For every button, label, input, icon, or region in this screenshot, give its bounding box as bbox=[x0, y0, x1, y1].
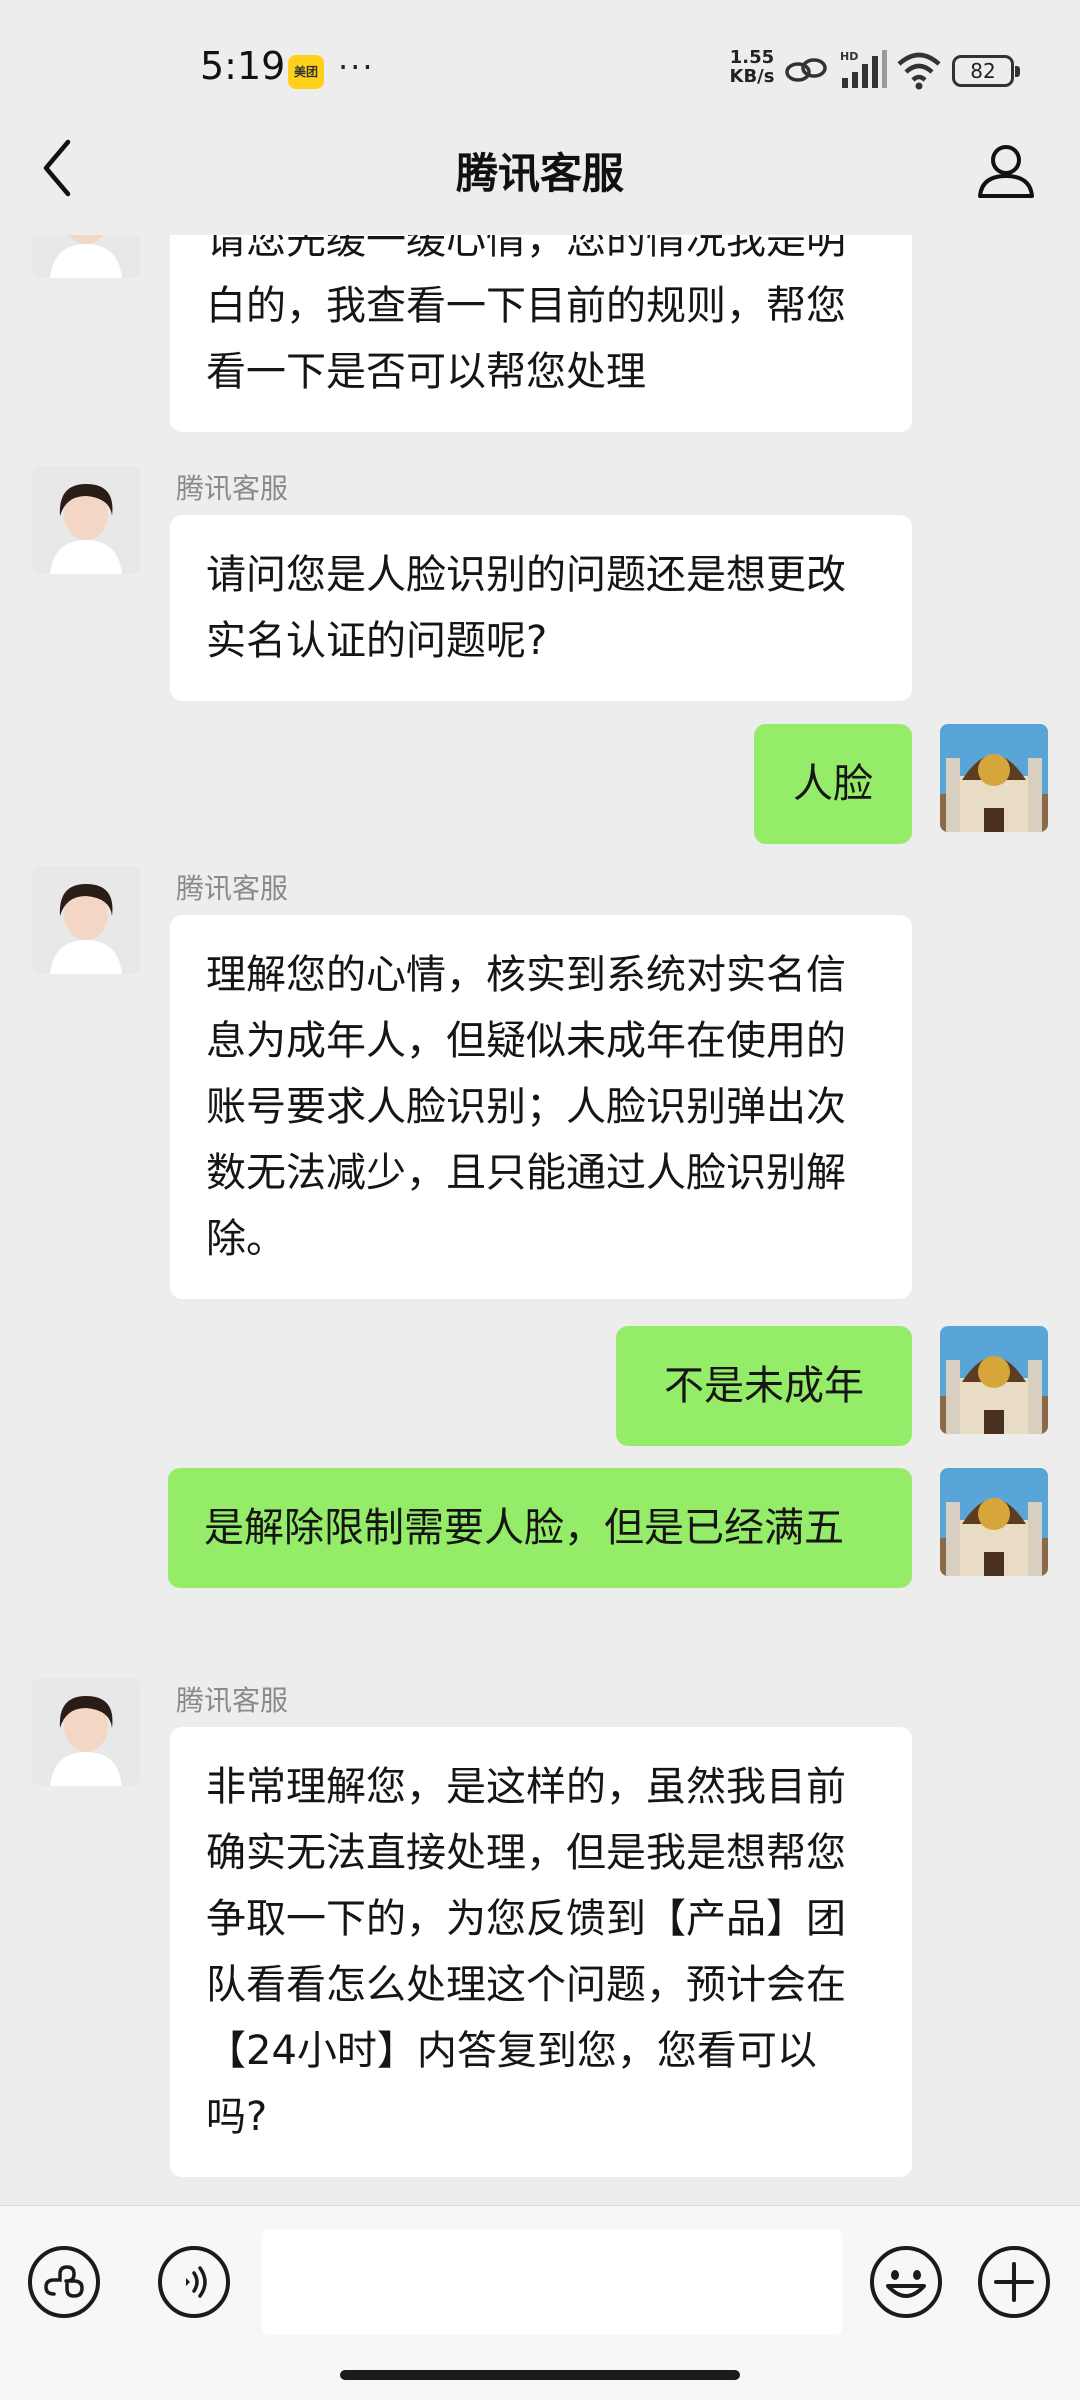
chat-bubble-agent[interactable]: 请您先缓一缓心情，您的情况我是明白的，我查看一下目前的规则，帮您看一下是否可以帮… bbox=[170, 235, 912, 432]
agent-avatar-image bbox=[32, 466, 140, 574]
plus-icon[interactable] bbox=[976, 2244, 1052, 2320]
mini-program-icon[interactable] bbox=[26, 2244, 102, 2320]
user-avatar-image bbox=[940, 1468, 1048, 1576]
message-input[interactable] bbox=[262, 2229, 842, 2335]
agent-avatar[interactable] bbox=[32, 866, 140, 974]
user-avatar[interactable] bbox=[940, 1468, 1048, 1576]
voice-icon[interactable] bbox=[156, 2244, 232, 2320]
network-speed-unit: KB/s bbox=[729, 66, 775, 87]
sender-name: 腾讯客服 bbox=[176, 1684, 289, 1717]
agent-avatar-image bbox=[32, 235, 140, 278]
status-more-icon: ··· bbox=[338, 48, 375, 86]
sender-name: 腾讯客服 bbox=[176, 472, 289, 505]
battery-indicator: 82 bbox=[952, 55, 1020, 87]
chat-bubble-agent[interactable]: 非常理解您，是这样的，虽然我目前确实无法直接处理，但是我是想帮您争取一下的，为您… bbox=[170, 1727, 912, 2177]
agent-avatar-image bbox=[32, 1678, 140, 1786]
status-time: 5:19 bbox=[200, 44, 286, 88]
home-indicator[interactable] bbox=[340, 2370, 740, 2380]
user-avatar[interactable] bbox=[940, 724, 1048, 832]
meituan-badge-icon: 美团 bbox=[288, 55, 324, 89]
agent-avatar[interactable] bbox=[32, 466, 140, 574]
chat-bubble-user[interactable]: 人脸 bbox=[754, 724, 912, 844]
network-speed-value: 1.55 bbox=[729, 47, 775, 68]
agent-avatar[interactable] bbox=[32, 235, 140, 278]
link-icon bbox=[785, 58, 827, 82]
chat-bubble-user[interactable]: 不是未成年 bbox=[616, 1326, 912, 1446]
page-title: 腾讯客服 bbox=[455, 149, 624, 198]
user-avatar[interactable] bbox=[940, 1326, 1048, 1434]
network-speed: 1.55 KB/s bbox=[726, 48, 778, 86]
user-avatar-image bbox=[940, 1326, 1048, 1434]
chat-bubble-agent[interactable]: 理解您的心情，核实到系统对实名信息为成年人，但疑似未成年在使用的账号要求人脸识别… bbox=[170, 915, 912, 1299]
chat-bubble-agent[interactable]: 请问您是人脸识别的问题还是想更改实名认证的问题呢? bbox=[170, 515, 912, 701]
agent-avatar-image bbox=[32, 866, 140, 974]
chat-messages[interactable]: 请您先缓一缓心情，您的情况我是明白的，我查看一下目前的规则，帮您看一下是否可以帮… bbox=[0, 235, 1080, 2205]
person-icon[interactable] bbox=[976, 140, 1036, 200]
signal-hd-icon: HD bbox=[840, 50, 887, 88]
user-avatar-image bbox=[940, 724, 1048, 832]
emoji-icon[interactable] bbox=[868, 2244, 944, 2320]
svg-text:HD: HD bbox=[840, 50, 858, 63]
chat-bubble-user[interactable]: 是解除限制需要人脸，但是已经满五 bbox=[168, 1468, 912, 1588]
sender-name: 腾讯客服 bbox=[176, 872, 289, 905]
agent-avatar[interactable] bbox=[32, 1678, 140, 1786]
wifi-icon bbox=[897, 52, 941, 90]
